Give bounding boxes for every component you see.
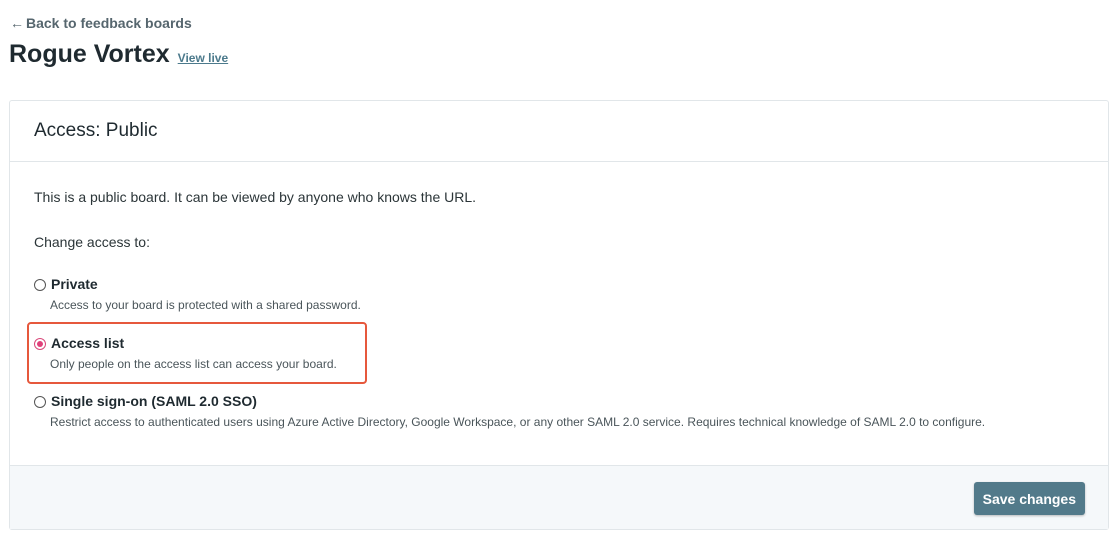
arrow-left-icon: ← [10, 15, 24, 31]
radio-private[interactable] [34, 279, 46, 291]
option-access-list-help: Only people on the access list can acces… [50, 357, 337, 371]
option-sso-label: Single sign-on (SAML 2.0 SSO) [51, 393, 257, 409]
back-link-label: Back to feedback boards [26, 15, 192, 31]
access-heading: Access: Public [34, 120, 158, 141]
access-description: This is a public board. It can be viewed… [34, 189, 477, 205]
back-to-boards-link[interactable]: ← Back to feedback boards [10, 15, 192, 31]
option-access-list-label: Access list [51, 335, 125, 351]
option-sso-help: Restrict access to authenticated users u… [50, 415, 986, 429]
radio-access-list[interactable] [34, 338, 46, 350]
panel-body: This is a public board. It can be viewed… [10, 162, 1108, 466]
panel-header: Access: Public [10, 101, 1108, 162]
option-private-label: Private [51, 276, 98, 292]
view-live-link[interactable]: View live [178, 51, 228, 65]
title-row: Rogue Vortex View live [9, 40, 228, 69]
change-access-label: Change access to: [34, 234, 150, 250]
highlight-box [27, 322, 367, 384]
page-title: Rogue Vortex [9, 40, 170, 68]
radio-sso[interactable] [34, 396, 46, 408]
access-panel: Access: Public This is a public board. I… [9, 100, 1109, 530]
option-private-help: Access to your board is protected with a… [50, 298, 361, 312]
save-changes-button[interactable]: Save changes [973, 482, 1085, 515]
panel-footer: Save changes [10, 465, 1108, 529]
